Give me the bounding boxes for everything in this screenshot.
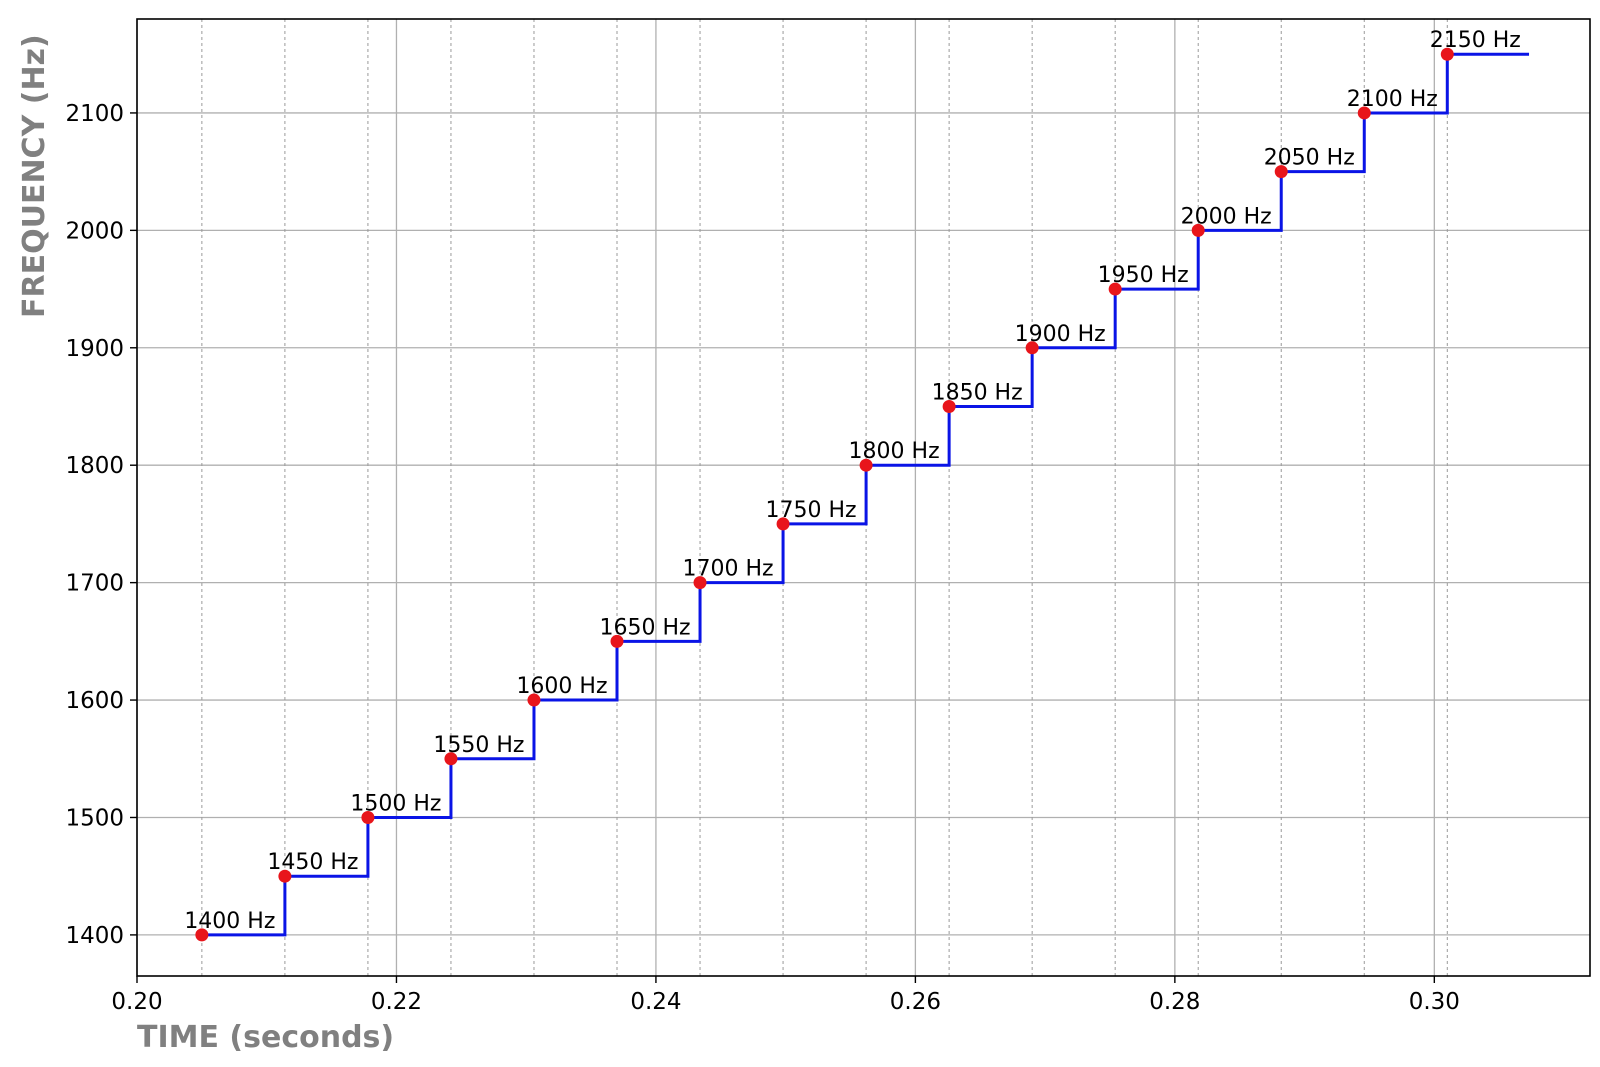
data-point-label: 1850 Hz [932,380,1023,405]
y-tick-label: 1700 [65,571,124,597]
frequency-step-chart: 1400 Hz 1450 Hz 1500 Hz 1550 Hz 1600 Hz 1650 … [17,18,1591,1055]
data-point-label: 2100 Hz [1347,87,1438,112]
data-point-label: 1750 Hz [766,498,857,523]
x-tick-label: 0.22 [371,989,422,1015]
x-axis-title: TIME (seconds) [137,1020,394,1055]
data-point-label: 1700 Hz [682,557,773,582]
data-point-label: 1900 Hz [1015,322,1106,347]
data-point-label: 2000 Hz [1181,204,1272,229]
data-point-label: 1400 Hz [184,909,275,934]
grid [136,19,1590,976]
data-point-label: 1800 Hz [849,439,940,464]
plot-frame [136,18,1591,977]
y-tick-label: 1900 [65,336,124,362]
data-point-label: 1650 Hz [599,615,690,640]
x-tick-label: 0.20 [111,989,162,1015]
y-tick-label: 1500 [65,805,124,831]
x-tick-label: 0.28 [1149,989,1200,1015]
x-tick-label: 0.30 [1409,989,1460,1015]
data-point-label: 2050 Hz [1264,146,1355,171]
x-tick-label: 0.26 [890,989,941,1015]
data-point-label: 1450 Hz [267,850,358,875]
y-axis-ticks: 1400 1500 1600 1700 1800 1900 2000 2100 [65,101,137,949]
y-tick-label: 2100 [65,101,124,127]
y-axis-title: FREQUENCY (Hz) [17,34,52,318]
point-labels: 1400 Hz 1450 Hz 1500 Hz 1550 Hz 1600 Hz 1650 … [184,28,1521,934]
data-point-label: 2150 Hz [1430,28,1521,53]
y-tick-label: 1400 [65,923,124,949]
data-point-label: 1500 Hz [350,791,441,816]
data-point-label: 1950 Hz [1098,263,1189,288]
x-axis-ticks: 0.20 0.22 0.24 0.26 0.28 0.30 [111,976,1460,1015]
y-tick-label: 2000 [65,218,124,244]
y-tick-label: 1800 [65,453,124,479]
y-tick-label: 1600 [65,688,124,714]
data-point-label: 1600 Hz [516,674,607,699]
data-point-label: 1550 Hz [433,733,524,758]
x-tick-label: 0.24 [630,989,681,1015]
